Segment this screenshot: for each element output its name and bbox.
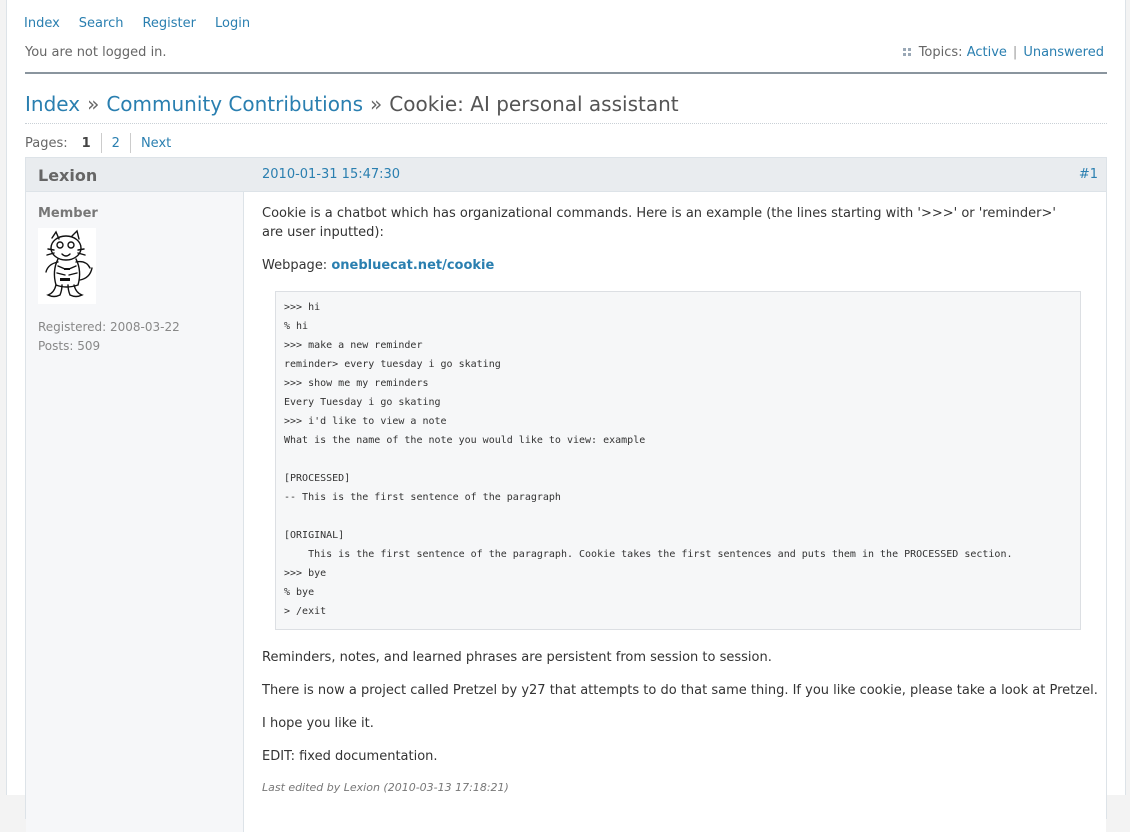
- webpage-link[interactable]: onebluecat.net/cookie: [331, 258, 494, 273]
- breadcrumb-divider: [25, 123, 1107, 124]
- post: Lexion 2010-01-31 15:47:30 #1 Member Reg…: [25, 157, 1107, 832]
- webpage-label: Webpage:: [262, 258, 328, 273]
- author-role: Member: [38, 206, 98, 221]
- post-date-link[interactable]: 2010-01-31 15:47:30: [262, 167, 400, 182]
- pagination-divider: [129, 133, 131, 153]
- nav-search-link[interactable]: Search: [79, 16, 124, 31]
- code-line: [PROCESSED]: [284, 473, 351, 484]
- post-header: Lexion 2010-01-31 15:47:30 #1: [26, 158, 1106, 192]
- post-author-name: Lexion: [38, 166, 98, 185]
- pagination-current-page: 1: [81, 135, 91, 151]
- breadcrumb-topic-title: Cookie: AI personal assistant: [389, 92, 679, 116]
- nav-register-link[interactable]: Register: [142, 16, 196, 31]
- post-webpage-line: Webpage: onebluecat.net/cookie: [262, 256, 494, 275]
- top-navigation: Index Search Register Login: [24, 16, 269, 31]
- code-line: >>> bye: [284, 568, 327, 579]
- post-intro-text: Cookie is a chatbot which has organizati…: [262, 206, 1056, 240]
- topics-label: Topics:: [918, 45, 963, 60]
- code-line: >>> make a new reminder: [284, 340, 423, 351]
- breadcrumb-separator: »: [370, 92, 383, 116]
- pagination-label: Pages:: [25, 135, 68, 151]
- code-line: % hi: [284, 321, 309, 332]
- post-author-sidebar: Member Registered: 2008-03-22 Posts: 509: [26, 192, 244, 832]
- post-paragraph-pretzel: There is now a project called Pretzel by…: [262, 683, 1098, 698]
- code-block: >>> hi % hi >>> make a new reminder remi…: [275, 291, 1081, 630]
- pagination-page-2-link[interactable]: 2: [112, 136, 120, 151]
- header-divider: [25, 72, 1107, 74]
- post-paragraph-edit: EDIT: fixed documentation.: [262, 749, 438, 764]
- active-topics-link[interactable]: Active: [967, 45, 1007, 60]
- breadcrumb-separator: »: [87, 92, 100, 116]
- login-status: You are not logged in.: [25, 45, 167, 60]
- code-line: > /exit: [284, 606, 327, 617]
- code-line: reminder> every tuesday i go skating: [284, 359, 501, 370]
- avatar-cartoon-tiger-icon: [38, 228, 96, 304]
- post-edited-note: Last edited by Lexion (2010-03-13 17:18:…: [262, 781, 509, 794]
- nav-login-link[interactable]: Login: [215, 16, 250, 31]
- topics-grid-icon: [902, 48, 912, 57]
- code-line: Every Tuesday i go skating: [284, 397, 441, 408]
- code-line: [ORIGINAL]: [284, 530, 345, 541]
- unanswered-topics-link[interactable]: Unanswered: [1023, 45, 1104, 60]
- code-line: What is the name of the note you would l…: [284, 435, 646, 446]
- code-line: >>> i'd like to view a note: [284, 416, 447, 427]
- code-line: This is the first sentence of the paragr…: [284, 549, 1013, 560]
- code-line: >>> hi: [284, 302, 321, 313]
- page: Index Search Register Login You are not …: [6, 0, 1126, 832]
- breadcrumb: Index» Community Contributions» Cookie: AI…: [25, 92, 679, 116]
- code-line: -- This is the first sentence of the par…: [284, 492, 561, 503]
- nav-index-link[interactable]: Index: [24, 16, 60, 31]
- avatar: [38, 228, 96, 304]
- pagination-divider: [100, 133, 102, 153]
- post-content: Cookie is a chatbot which has organizati…: [244, 192, 1106, 832]
- author-registered-date: Registered: 2008-03-22: [38, 320, 180, 334]
- post-paragraph-hope: I hope you like it.: [262, 716, 374, 731]
- pagination-next-link[interactable]: Next: [141, 136, 171, 151]
- pagination: Pages: 1 2 Next: [25, 133, 171, 153]
- topics-links: Topics: Active | Unanswered: [902, 45, 1104, 60]
- post-paragraph-persistent: Reminders, notes, and learned phrases ar…: [262, 650, 772, 665]
- post-number-link[interactable]: #1: [1079, 167, 1098, 182]
- code-line: % bye: [284, 587, 315, 598]
- breadcrumb-index-link[interactable]: Index: [25, 92, 80, 116]
- code-line: >>> show me my reminders: [284, 378, 429, 389]
- breadcrumb-forum-link[interactable]: Community Contributions: [106, 92, 363, 116]
- author-post-count: Posts: 509: [38, 339, 101, 353]
- topics-separator: |: [1012, 45, 1018, 60]
